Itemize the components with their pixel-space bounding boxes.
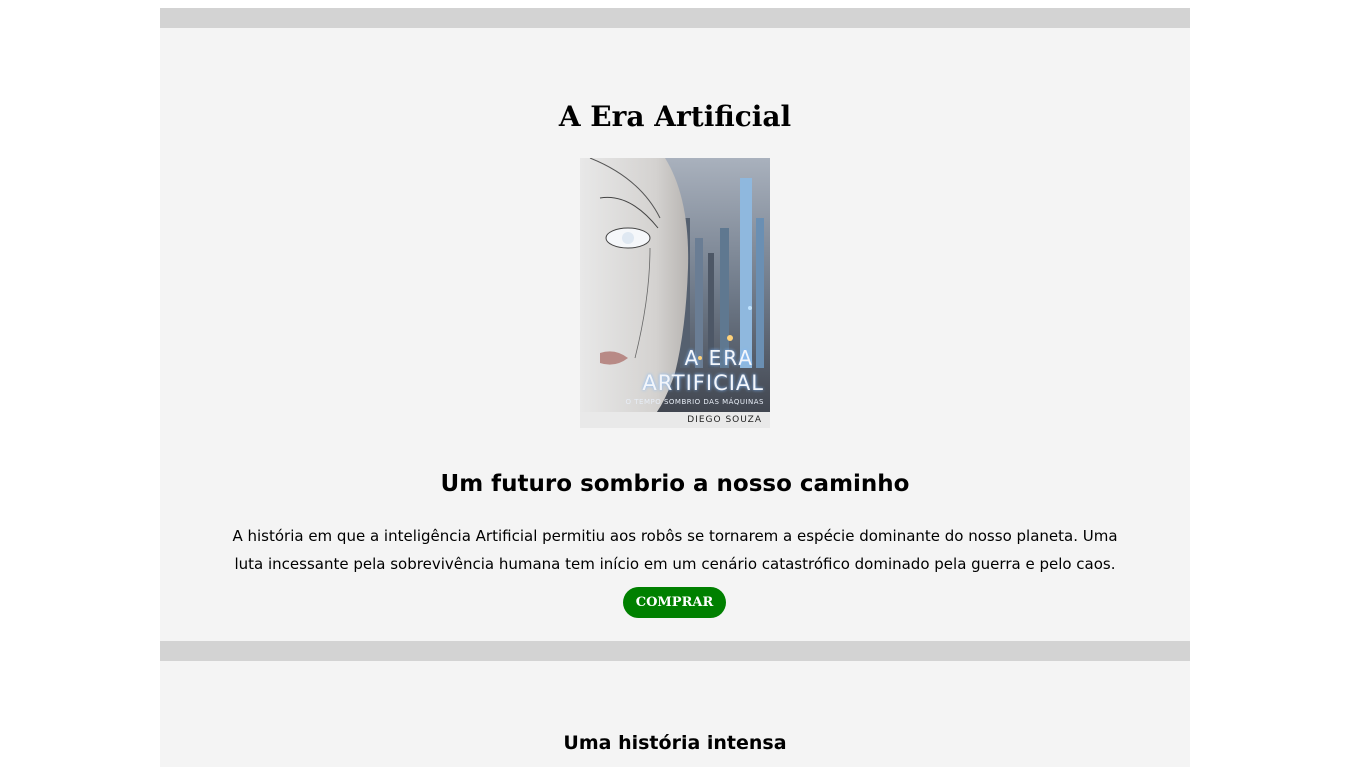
page-container: A Era Artificial A ERA ARTIFICIAL O TEMP… [160, 8, 1190, 767]
hero-subtitle: Um futuro sombrio a nosso caminho [440, 471, 910, 497]
cover-title-line2: ARTIFICIAL [642, 371, 764, 395]
cover-tagline: O TEMPO SOMBRIO DAS MÁQUINAS [625, 398, 764, 406]
section-divider [160, 8, 1190, 28]
book-title: A Era Artificial [558, 100, 792, 133]
hero-section: A Era Artificial A ERA ARTIFICIAL O TEMP… [160, 28, 1190, 641]
section-divider [160, 641, 1190, 661]
book-cover-image: A ERA ARTIFICIAL O TEMPO SOMBRIO DAS MÁQ… [580, 158, 770, 428]
buy-button[interactable]: COMPRAR [623, 587, 726, 618]
cover-title-line1: A ERA [684, 346, 754, 370]
cover-author: DIEGO SOUZA [580, 412, 770, 428]
section-title: Uma história intensa [563, 732, 787, 754]
story-section: Uma história intensa [160, 661, 1190, 767]
hero-description: A história em que a inteligência Artific… [232, 527, 1118, 573]
